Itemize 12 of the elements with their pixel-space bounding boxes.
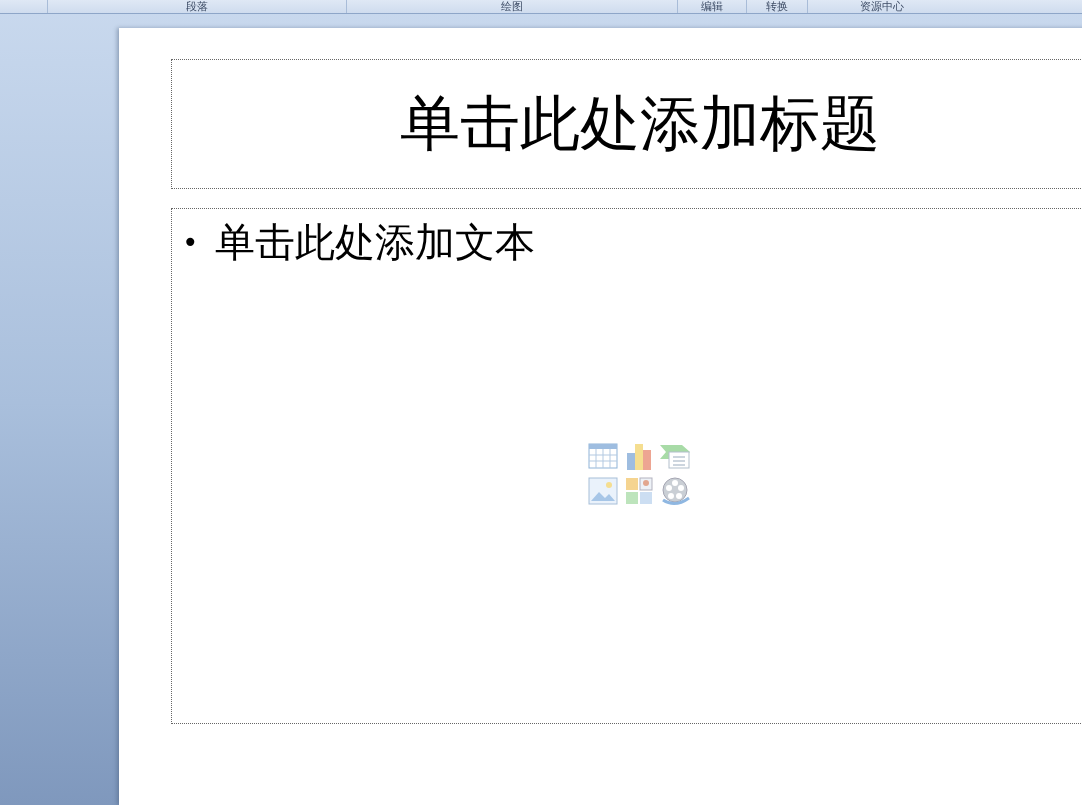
content-placeholder-text: 单击此处添加文本 (214, 218, 535, 267)
ribbon-group-label: 绘图 (501, 0, 523, 13)
ribbon-group-label: 转换 (766, 0, 788, 13)
ribbon-group-label: 段落 (186, 0, 208, 13)
table-icon[interactable] (586, 440, 620, 472)
title-placeholder[interactable]: 单击此处添加标题 (171, 59, 1082, 189)
title-placeholder-text: 单击此处添加标题 (400, 86, 880, 160)
bullet: • (182, 226, 199, 259)
ribbon-group-label: 资源中心 (859, 0, 904, 13)
content-placeholder[interactable]: • 单击此处添加文本 (171, 208, 1082, 724)
ribbon-group-label: 编辑 (701, 0, 723, 13)
picture-icon[interactable] (586, 475, 620, 507)
